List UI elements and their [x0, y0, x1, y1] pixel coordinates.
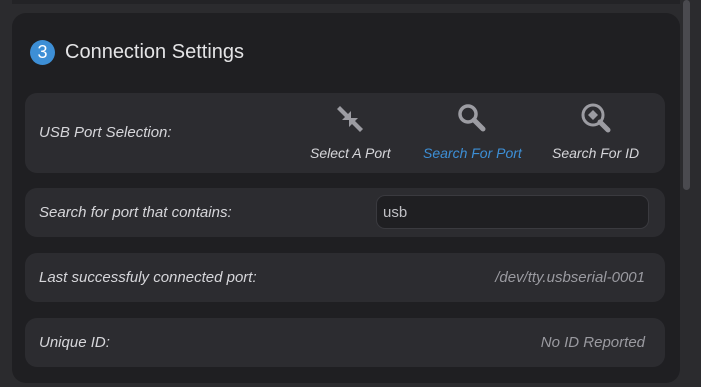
- page: 3 Connection Settings USB Port Selection…: [0, 0, 701, 387]
- last-connected-port-row: Last successfuly connected port: /dev/tt…: [25, 253, 665, 302]
- section-header: 3 Connection Settings: [30, 38, 244, 66]
- search-for-id-button[interactable]: Search For ID: [552, 101, 639, 161]
- search-for-id-label: Search For ID: [552, 145, 640, 161]
- collapse-arrows-icon: [332, 101, 368, 137]
- usb-port-selection-label: USB Port Selection:: [39, 124, 172, 141]
- select-a-port-button[interactable]: Select A Port: [310, 101, 391, 161]
- search-for-port-button[interactable]: Search For Port: [423, 101, 522, 161]
- section-title: Connection Settings: [65, 40, 245, 63]
- unique-id-value: No ID Reported: [540, 334, 645, 351]
- last-connected-port-label: Last successfuly connected port:: [39, 269, 257, 286]
- select-a-port-label: Select A Port: [310, 145, 391, 161]
- unique-id-row: Unique ID: No ID Reported: [25, 318, 665, 367]
- search-for-port-label: Search For Port: [423, 145, 522, 161]
- port-search-input[interactable]: [376, 195, 649, 229]
- unique-id-label: Unique ID:: [39, 334, 110, 351]
- usb-port-selection-row: USB Port Selection: Select A Port Search…: [25, 93, 665, 173]
- last-connected-port-value: /dev/tty.usbserial-0001: [495, 269, 645, 286]
- port-search-row: Search for port that contains:: [25, 188, 665, 237]
- magnifier-target-icon: [578, 101, 614, 137]
- scrollbar-thumb[interactable]: [683, 0, 690, 190]
- magnifier-icon: [454, 101, 490, 137]
- previous-panel-edge: [12, 0, 680, 4]
- port-search-label: Search for port that contains:: [39, 204, 232, 221]
- step-number-badge: 3: [30, 39, 55, 65]
